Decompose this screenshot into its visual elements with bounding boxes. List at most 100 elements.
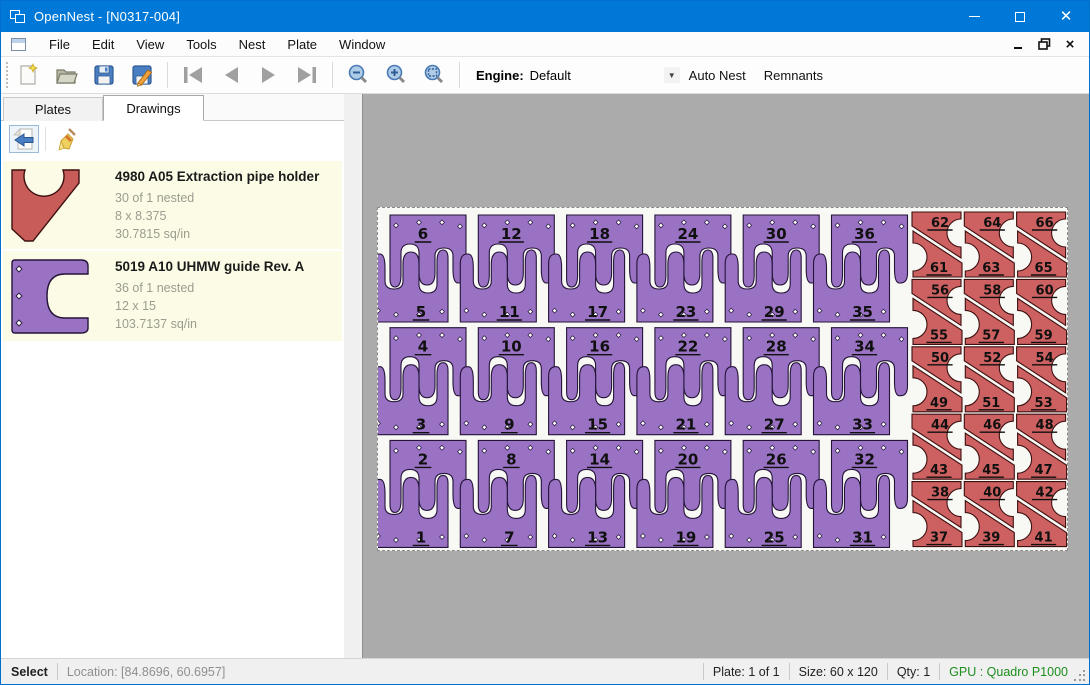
svg-text:14: 14 <box>589 450 610 468</box>
maximize-button[interactable] <box>997 1 1043 32</box>
left-panel: Plates Drawings <box>1 94 344 660</box>
nav-last-button[interactable] <box>290 60 324 90</box>
svg-text:46: 46 <box>983 418 1001 433</box>
zoom-in-icon <box>384 63 408 87</box>
svg-text:16: 16 <box>589 338 610 356</box>
svg-text:62: 62 <box>931 216 949 231</box>
save-button[interactable] <box>87 60 121 90</box>
main-toolbar: Engine: Default ▼ Auto Nest Remnants <box>1 57 1089 94</box>
zoom-in-button[interactable] <box>379 60 413 90</box>
remnants-button[interactable]: Remnants <box>755 64 832 87</box>
tab-plates[interactable]: Plates <box>3 97 103 121</box>
menu-item-tools[interactable]: Tools <box>175 34 227 55</box>
save-as-icon <box>130 63 154 87</box>
zoom-fit-icon <box>422 63 446 87</box>
svg-text:9: 9 <box>504 416 514 434</box>
svg-text:11: 11 <box>499 303 520 321</box>
svg-text:22: 22 <box>677 338 698 356</box>
engine-value: Default <box>530 68 664 83</box>
svg-text:63: 63 <box>982 261 1000 276</box>
svg-text:21: 21 <box>675 416 696 434</box>
svg-text:20: 20 <box>677 450 698 468</box>
main-area: Plates Drawings <box>1 94 1089 660</box>
drawing-area: 103.7137 sq/in <box>115 315 304 333</box>
svg-text:41: 41 <box>1035 531 1053 546</box>
engine-combobox[interactable]: Default ▼ <box>530 64 680 86</box>
open-icon <box>54 63 78 87</box>
mdi-restore-button[interactable] <box>1033 35 1055 53</box>
maximize-icon <box>1015 12 1025 22</box>
plate[interactable]: 6512111817242330293635431091615222128273… <box>377 207 1068 551</box>
nest-canvas[interactable]: 6512111817242330293635431091615222128273… <box>362 94 1090 660</box>
svg-text:31: 31 <box>852 528 873 546</box>
chevron-down-icon[interactable]: ▼ <box>664 67 680 83</box>
save-as-button[interactable] <box>125 60 159 90</box>
svg-text:60: 60 <box>1036 283 1054 298</box>
zoom-out-button[interactable] <box>341 60 375 90</box>
clean-button[interactable] <box>52 125 82 153</box>
tab-drawings[interactable]: Drawings <box>103 95 204 121</box>
zoom-fit-button[interactable] <box>417 60 451 90</box>
svg-text:66: 66 <box>1036 216 1054 231</box>
svg-text:8: 8 <box>506 450 516 468</box>
nav-first-button[interactable] <box>176 60 210 90</box>
nav-next-button[interactable] <box>252 60 286 90</box>
mdi-close-icon: × <box>1066 36 1075 53</box>
mdi-close-button[interactable]: × <box>1059 35 1081 53</box>
zoom-out-icon <box>346 63 370 87</box>
menu-item-file[interactable]: File <box>38 34 81 55</box>
menu-item-plate[interactable]: Plate <box>276 34 328 55</box>
svg-text:58: 58 <box>983 283 1001 298</box>
svg-text:3: 3 <box>416 416 426 434</box>
drawing-nested-count: 30 of 1 nested <box>115 189 319 207</box>
toolbar-grip[interactable] <box>4 62 9 88</box>
svg-text:45: 45 <box>982 463 1000 478</box>
svg-text:30: 30 <box>766 225 787 243</box>
auto-nest-button[interactable]: Auto Nest <box>680 64 755 87</box>
svg-text:25: 25 <box>764 528 785 546</box>
new-button[interactable] <box>11 60 45 90</box>
panel-splitter[interactable] <box>344 94 362 660</box>
drawing-nested-count: 36 of 1 nested <box>115 279 304 297</box>
drawings-toolbar <box>1 121 344 157</box>
mdi-minimize-button[interactable] <box>1007 35 1029 53</box>
nav-last-icon <box>294 64 320 86</box>
menu-item-window[interactable]: Window <box>328 34 396 55</box>
svg-text:53: 53 <box>1035 396 1053 411</box>
minimize-button[interactable] <box>951 1 997 32</box>
nav-prev-icon <box>218 64 244 86</box>
svg-text:4: 4 <box>418 338 428 356</box>
svg-text:7: 7 <box>504 528 514 546</box>
svg-text:57: 57 <box>982 328 1000 343</box>
mdi-restore-icon <box>1038 38 1051 50</box>
svg-text:49: 49 <box>930 396 948 411</box>
svg-text:42: 42 <box>1036 486 1054 501</box>
close-button[interactable]: ✕ <box>1043 1 1089 32</box>
svg-text:59: 59 <box>1035 328 1053 343</box>
svg-text:43: 43 <box>930 463 948 478</box>
svg-text:36: 36 <box>854 225 875 243</box>
status-plate: Plate: 1 of 1 <box>713 665 780 679</box>
nav-prev-button[interactable] <box>214 60 248 90</box>
svg-text:18: 18 <box>589 225 610 243</box>
drawing-list-item[interactable]: 5019 A10 UHMW guide Rev. A 36 of 1 neste… <box>3 251 342 341</box>
resize-grip[interactable] <box>1074 670 1086 682</box>
svg-text:1: 1 <box>416 528 426 546</box>
svg-text:6: 6 <box>418 225 428 243</box>
drawing-list-item[interactable]: 4980 A05 Extraction pipe holder 30 of 1 … <box>3 161 342 249</box>
menu-item-edit[interactable]: Edit <box>81 34 125 55</box>
open-button[interactable] <box>49 60 83 90</box>
document-window-icon[interactable] <box>11 38 26 51</box>
menu-item-view[interactable]: View <box>125 34 175 55</box>
svg-text:39: 39 <box>982 531 1000 546</box>
drawing-area: 30.7815 sq/in <box>115 225 319 243</box>
nav-next-icon <box>256 64 282 86</box>
nav-first-icon <box>180 64 206 86</box>
svg-text:38: 38 <box>931 486 949 501</box>
return-arrow-icon <box>12 127 36 151</box>
menu-item-nest[interactable]: Nest <box>228 34 277 55</box>
svg-text:44: 44 <box>931 418 949 433</box>
status-qty: Qty: 1 <box>897 665 930 679</box>
return-part-button[interactable] <box>9 125 39 153</box>
svg-text:23: 23 <box>675 303 696 321</box>
